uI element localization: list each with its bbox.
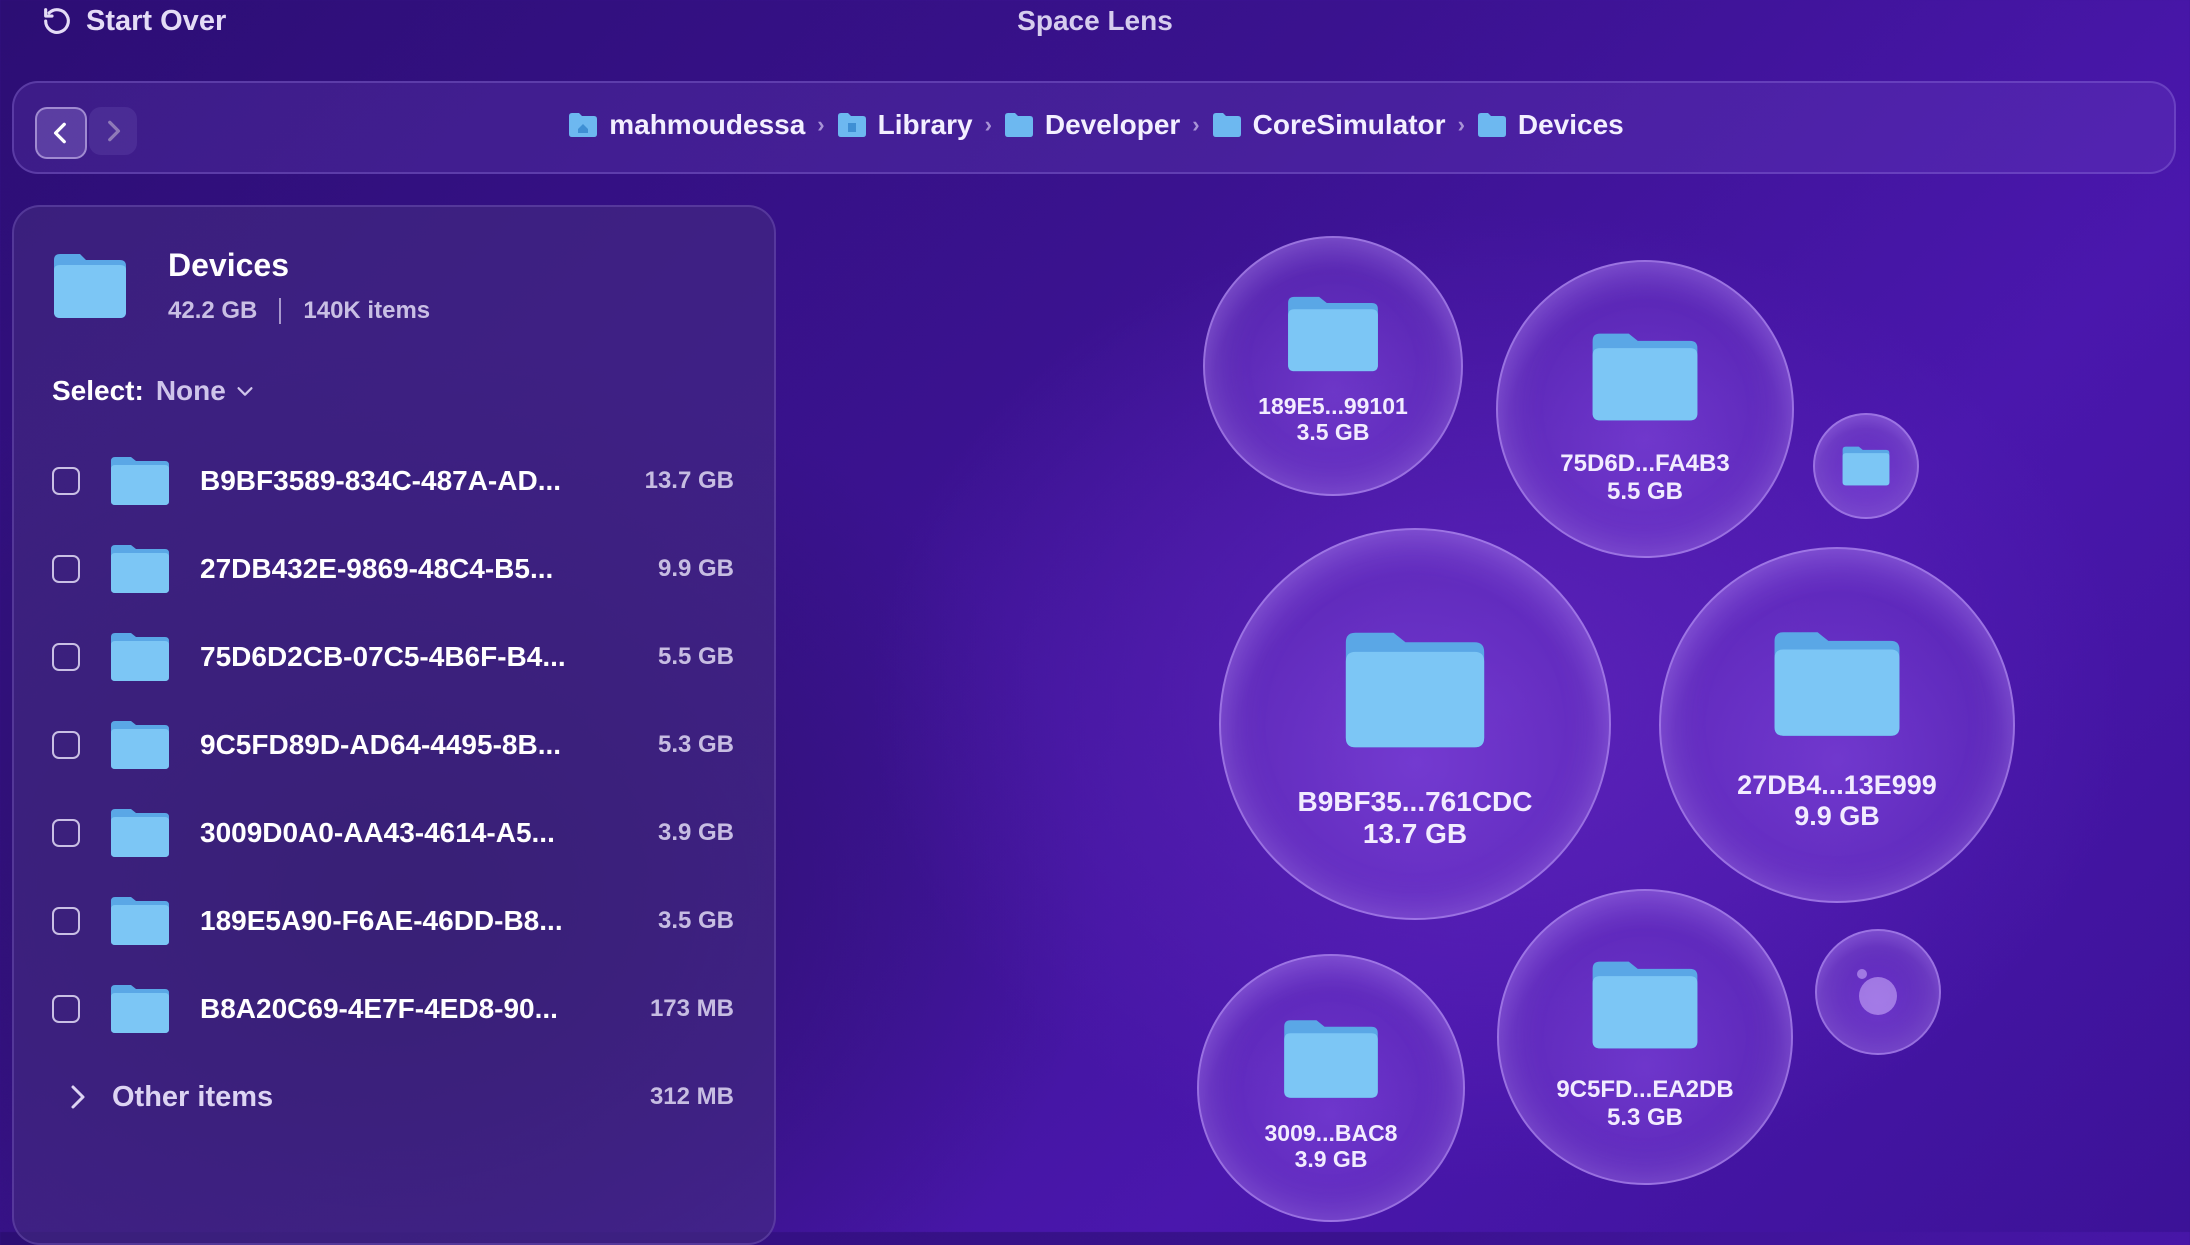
folder-icon [1345, 632, 1485, 748]
list-item[interactable]: 27DB432E-9869-48C4-B5... 9.9 GB [14, 525, 778, 613]
list-item[interactable]: B8A20C69-4E7F-4ED8-90... 173 MB [14, 965, 778, 1053]
item-name: 75D6D2CB-07C5-4B6F-B4... [200, 641, 566, 672]
item-name: B8A20C69-4E7F-4ED8-90... [200, 993, 558, 1024]
item-checkbox[interactable] [52, 467, 80, 495]
folder-icon [1774, 632, 1900, 736]
bubble-name: 9C5FD...EA2DB [1556, 1076, 1734, 1104]
list-item[interactable]: 189E5A90-F6AE-46DD-B8... 3.5 GB [14, 877, 778, 965]
breadcrumb-separator: › [817, 112, 825, 137]
breadcrumb-item-library[interactable]: Library [837, 109, 973, 141]
list-item[interactable]: 3009D0A0-AA43-4614-A5... 3.9 GB [14, 789, 778, 877]
breadcrumb-item-devices[interactable]: Devices [1477, 109, 1624, 141]
app-title: Space Lens [1017, 5, 1173, 36]
bubble-folder-small[interactable] [1813, 413, 1919, 519]
item-name: 3009D0A0-AA43-4614-A5... [200, 817, 555, 848]
other-items-size: 312 MB [649, 1083, 734, 1110]
item-size: 5.3 GB [657, 731, 734, 758]
folder-contents-panel: Devices 42.2 GB 140K items Select: None … [12, 205, 776, 1245]
panel-meta: 42.2 GB 140K items [168, 297, 430, 325]
folder-icon [111, 985, 169, 1033]
bubble-other-items[interactable] [1815, 929, 1941, 1055]
navigation-bar: mahmoudessa › Library › Developer › Core… [12, 81, 2176, 174]
item-name: 27DB432E-9869-48C4-B5... [200, 553, 554, 584]
item-name: 189E5A90-F6AE-46DD-B8... [200, 905, 563, 936]
breadcrumb-item-coresimulator[interactable]: CoreSimulator [1212, 109, 1446, 141]
item-checkbox[interactable] [52, 819, 80, 847]
folder-icon [111, 457, 169, 505]
bubble-name: 75D6D...FA4B3 [1560, 450, 1730, 478]
bubble-folder[interactable]: 75D6D...FA4B3 5.5 GB [1496, 260, 1794, 558]
breadcrumb: mahmoudessa › Library › Developer › Core… [14, 109, 2178, 141]
bubble-folder[interactable]: 189E5...99101 3.5 GB [1203, 236, 1463, 496]
folder-icon [1288, 296, 1378, 371]
select-control: Select: None [52, 375, 256, 407]
folder-icon [1284, 1019, 1378, 1098]
breadcrumb-separator: › [984, 112, 992, 137]
bubble-name: 27DB4...13E999 [1737, 769, 1937, 800]
breadcrumb-item-developer[interactable]: Developer [1004, 109, 1180, 141]
folder-size: 42.2 GB [168, 297, 258, 324]
item-name: 9C5FD89D-AD64-4495-8B... [200, 729, 562, 760]
bubble-size: 3.5 GB [1296, 419, 1370, 445]
bubble-size: 13.7 GB [1362, 818, 1468, 849]
item-checkbox[interactable] [52, 995, 80, 1023]
breadcrumb-separator: › [1192, 112, 1200, 137]
folder-icon [111, 809, 169, 857]
bubble-size: 3.9 GB [1294, 1146, 1368, 1172]
dot-icon [1859, 977, 1897, 1015]
item-name: B9BF3589-834C-487A-AD... [200, 465, 562, 496]
list-item[interactable]: 9C5FD89D-AD64-4495-8B... 5.3 GB [14, 701, 778, 789]
home-folder-icon [569, 113, 598, 137]
bubble-folder[interactable]: 3009...BAC8 3.9 GB [1197, 954, 1465, 1222]
select-label: Select: [52, 375, 144, 406]
folder-icon [1212, 113, 1241, 137]
bubble-name: 189E5...99101 [1258, 392, 1408, 419]
other-items-label: Other items [112, 1080, 274, 1113]
breadcrumb-item-home[interactable]: mahmoudessa [568, 109, 805, 141]
bubble-folder[interactable]: 9C5FD...EA2DB 5.3 GB [1497, 889, 1793, 1185]
item-size: 9.9 GB [657, 555, 734, 582]
folder-icon [111, 721, 169, 769]
item-checkbox[interactable] [52, 555, 80, 583]
folder-icon [1842, 446, 1890, 486]
bubble-size: 9.9 GB [1794, 801, 1880, 831]
chevron-down-icon [237, 387, 253, 396]
bubble-size: 5.3 GB [1606, 1104, 1684, 1131]
bubble-folder[interactable]: 27DB4...13E999 9.9 GB [1659, 547, 2015, 903]
item-checkbox[interactable] [52, 907, 80, 935]
folder-icon [111, 545, 169, 593]
item-size: 173 MB [649, 995, 734, 1022]
folder-icon [111, 897, 169, 945]
dot-icon-small [1857, 969, 1867, 979]
breadcrumb-separator: › [1457, 112, 1465, 137]
item-checkbox[interactable] [52, 731, 80, 759]
folder-icon [1477, 113, 1506, 137]
meta-divider [279, 298, 282, 324]
items-count: 140K items [303, 297, 431, 324]
other-items-row[interactable]: Other items 312 MB [14, 1053, 778, 1141]
folder-icon [1592, 962, 1698, 1049]
bubble-name: B9BF35...761CDC [1297, 785, 1533, 817]
list-item[interactable]: B9BF3589-834C-487A-AD... 13.7 GB [14, 437, 778, 525]
chevron-right-icon[interactable] [66, 1082, 90, 1112]
folder-icon [1592, 334, 1698, 421]
item-size: 13.7 GB [644, 467, 734, 494]
select-dropdown[interactable]: None [156, 375, 256, 407]
bubble-folder[interactable]: B9BF35...761CDC 13.7 GB [1219, 528, 1611, 920]
folder-icon [1004, 113, 1033, 137]
list-item[interactable]: 75D6D2CB-07C5-4B6F-B4... 5.5 GB [14, 613, 778, 701]
panel-title: Devices [168, 247, 289, 283]
item-size: 5.5 GB [657, 643, 734, 670]
library-folder-icon [837, 113, 866, 137]
item-size: 3.5 GB [657, 907, 734, 934]
item-size: 3.9 GB [657, 819, 734, 846]
folder-icon [54, 254, 126, 318]
title-bar: Start Over Space Lens [0, 0, 2190, 46]
item-checkbox[interactable] [52, 643, 80, 671]
folder-icon [111, 633, 169, 681]
bubble-size: 5.5 GB [1606, 478, 1684, 505]
bubble-name: 3009...BAC8 [1264, 1119, 1398, 1146]
